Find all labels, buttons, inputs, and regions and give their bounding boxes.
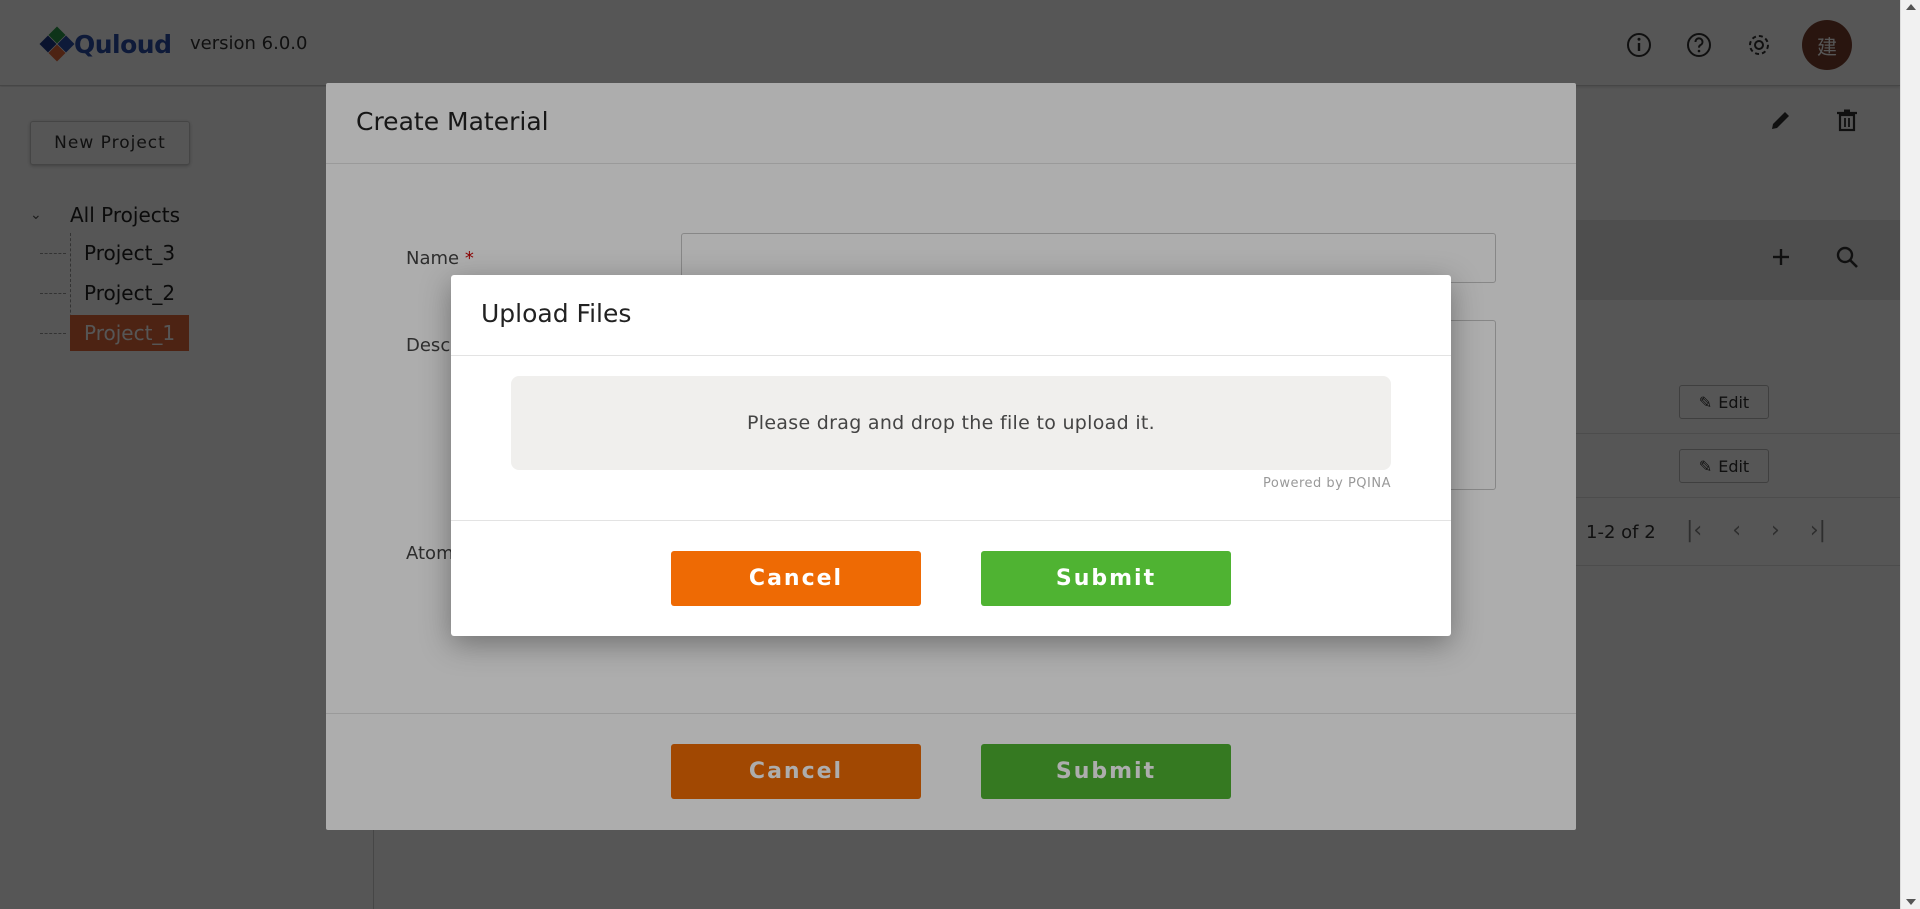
- scroll-down-icon[interactable]: [1906, 899, 1916, 905]
- dropzone-text: Please drag and drop the file to upload …: [746, 412, 1155, 434]
- upload-files-modal: Upload Files Please drag and drop the fi…: [451, 275, 1451, 636]
- file-dropzone[interactable]: Please drag and drop the file to upload …: [511, 376, 1391, 470]
- upload-cancel-button[interactable]: Cancel: [671, 551, 921, 606]
- upload-submit-button[interactable]: Submit: [981, 551, 1231, 606]
- powered-by-link[interactable]: Powered by PQINA: [1263, 476, 1391, 491]
- scroll-up-icon[interactable]: [1906, 4, 1916, 10]
- modal-title: Upload Files: [481, 299, 632, 328]
- divider: [451, 355, 1451, 356]
- divider: [451, 520, 1451, 521]
- page-scrollbar[interactable]: [1900, 0, 1920, 909]
